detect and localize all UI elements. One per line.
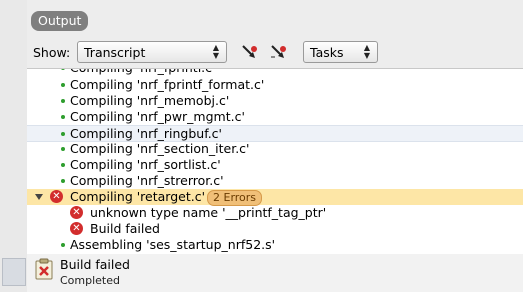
show-dropdown[interactable]: Transcript ▲ ▼ [77, 41, 227, 63]
list-item-text: Compiling 'nrf_fprintf.c' [70, 69, 215, 76]
transcript-list[interactable]: Compiling 'nrf_fprintf.c' Compiling 'nrf… [27, 68, 523, 255]
error-list-item[interactable]: ✕ Compiling 'retarget.c' 2 Errors [27, 189, 523, 206]
output-toolbar: Show: Transcript ▲ ▼ Tasks ▲ ▼ [27, 40, 523, 66]
previous-error-button[interactable] [240, 43, 260, 61]
error-detail-item[interactable]: ✕ unknown type name '__printf_tag_ptr' [27, 205, 523, 221]
list-item-text: Assembling 'ses_startup_nrf52.s' [70, 237, 276, 252]
panel-title-tab[interactable]: Output [31, 11, 89, 31]
tasks-dropdown-value: Tasks [310, 45, 344, 60]
success-bullet-icon [61, 163, 65, 167]
tasks-dropdown[interactable]: Tasks ▲ ▼ [303, 41, 378, 63]
list-item-text: Compiling 'nrf_ringbuf.c' [70, 126, 222, 141]
success-bullet-icon [61, 179, 65, 183]
error-count-badge: 2 Errors [207, 190, 263, 206]
output-panel: Output Show: Transcript ▲ ▼ Tasks ▲ ▼ Co… [27, 0, 523, 292]
status-title: Build failed [60, 257, 130, 272]
list-item[interactable]: Compiling 'nrf_fprintf.c' [27, 69, 523, 76]
list-item-text: Build failed [90, 221, 160, 236]
status-subtitle: Completed [60, 274, 120, 287]
list-item[interactable]: Compiling 'nrf_memobj.c' [27, 93, 523, 109]
success-bullet-icon [61, 115, 65, 119]
list-item[interactable]: Compiling 'nrf_fprintf_format.c' [27, 77, 523, 93]
expand-collapse-icon[interactable] [35, 194, 43, 200]
updown-arrows-icon: ▲ ▼ [212, 43, 220, 60]
side-panel-marker [2, 258, 26, 286]
list-item[interactable]: Assembling 'ses_startup_nrf52.s' [27, 237, 523, 253]
list-item-text: Compiling 'nrf_fprintf_format.c' [70, 77, 265, 92]
list-item-text: Compiling 'nrf_section_iter.c' [70, 141, 250, 156]
error-icon: ✕ [70, 206, 83, 219]
show-label: Show: [33, 45, 71, 60]
success-bullet-icon [61, 99, 65, 103]
previous-error-icon [242, 45, 257, 58]
next-error-icon [271, 45, 286, 58]
list-item[interactable]: Compiling 'nrf_sortlist.c' [27, 157, 523, 173]
error-icon: ✕ [50, 190, 63, 203]
success-bullet-icon [61, 147, 65, 151]
list-item-text: Compiling 'nrf_memobj.c' [70, 93, 230, 108]
list-item-text: unknown type name '__printf_tag_ptr' [90, 205, 327, 220]
success-bullet-icon [61, 243, 65, 247]
error-icon: ✕ [70, 222, 83, 235]
next-error-button[interactable] [269, 43, 289, 61]
success-bullet-icon [61, 83, 65, 87]
list-item[interactable]: Compiling 'nrf_section_iter.c' [27, 141, 523, 157]
success-bullet-icon [61, 69, 65, 70]
build-failed-clipboard-icon [35, 258, 53, 280]
build-status-bar: Build failed Completed [27, 254, 523, 292]
updown-arrows-icon: ▲ ▼ [363, 43, 371, 60]
list-item[interactable]: Compiling 'nrf_strerror.c' [27, 173, 523, 189]
list-item-selected[interactable]: Compiling 'nrf_ringbuf.c' [27, 125, 523, 142]
list-item-text: Compiling 'nrf_strerror.c' [70, 173, 224, 188]
list-item-text: Compiling 'nrf_pwr_mgmt.c' [70, 109, 245, 124]
left-side-strip [0, 0, 28, 292]
list-item-text: Compiling 'nrf_sortlist.c' [70, 157, 221, 172]
list-item-text: Compiling 'retarget.c' [70, 189, 206, 204]
success-bullet-icon [61, 132, 65, 136]
list-item[interactable]: Compiling 'nrf_pwr_mgmt.c' [27, 109, 523, 125]
show-dropdown-value: Transcript [84, 45, 146, 60]
error-detail-item[interactable]: ✕ Build failed [27, 221, 523, 237]
